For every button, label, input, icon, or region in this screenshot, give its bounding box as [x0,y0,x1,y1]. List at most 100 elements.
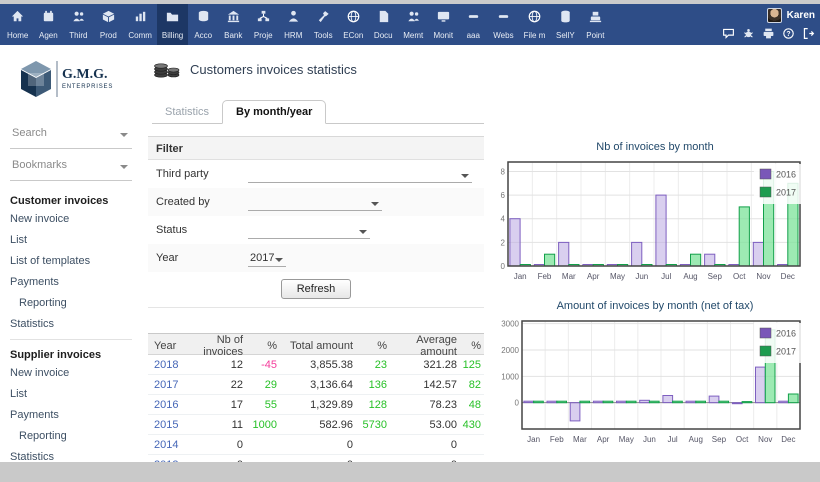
user-menu[interactable]: Karen [767,8,815,23]
menu-item-label: Bank [224,31,242,40]
status-label: Status [156,224,248,236]
year-link[interactable]: 2014 [150,439,184,451]
menu-item-label: Prod [100,31,117,40]
svg-text:Aug: Aug [683,272,697,281]
chart-title: Nb of invoices by month [490,141,820,153]
search-label: Search [12,127,47,139]
help-icon[interactable]: ? [782,27,795,45]
year-link[interactable]: 2015 [150,419,184,431]
menu-item-acco[interactable]: Acco [188,4,218,45]
svg-text:Jan: Jan [514,272,527,281]
menu-item-aaa[interactable]: aaa [458,4,488,45]
tab-by-month-year[interactable]: By month/year [222,100,326,124]
svg-text:Jul: Jul [661,272,671,281]
topbar: Home AgenThird Prod Comm Billing Acco Bank Proj… [0,4,820,45]
total-amount-value: 3,855.38 [280,359,356,371]
refresh-button[interactable]: Refresh [281,279,352,299]
company-logo[interactable]: G.M.G. ENTERPRISES [10,57,132,107]
svg-text:Jun: Jun [643,435,656,444]
filter-row-year: Year 2017 [148,244,484,272]
menu-item-label: Memt [403,31,423,40]
chevron-down-icon [359,230,367,234]
filter-header: Filter [148,136,484,160]
sidebar-item-reporting[interactable]: Reporting [19,297,132,309]
nav-section-customer-invoices: Customer invoices New invoice List List of … [10,195,132,330]
sidebar-item-list[interactable]: List [10,388,132,400]
sidebar-item-payments[interactable]: Payments [10,276,132,288]
chevron-down-icon [120,133,128,137]
user-avatar[interactable] [767,8,782,23]
menu-item-file-m[interactable]: File m [519,4,551,45]
table-row: 201812-453,855.3823321.28125 [148,355,484,375]
table-row: 2014000 [148,435,484,455]
created-by-select[interactable] [248,194,382,211]
sidebar-item-list-of-templates[interactable]: List of templates [10,255,132,267]
menu-item-monit[interactable]: Monit [428,4,458,45]
year-link[interactable]: 2018 [150,359,184,371]
svg-text:Nov: Nov [758,435,772,444]
menu-item-label: Acco [194,31,212,40]
menu-item-label: Home [7,31,28,40]
main-column: Customers invoices statistics Statistics… [142,45,490,462]
nav-section-title[interactable]: Supplier invoices [10,349,132,361]
menu-item-econ[interactable]: ECon [338,4,368,45]
menu-item-memt[interactable]: Memt [398,4,428,45]
menu-item-billing[interactable]: Billing [157,4,188,45]
menu-item-label: ECon [343,31,363,40]
menu-item-home[interactable]: Home [2,4,33,45]
sidebar-item-new-invoice[interactable]: New invoice [10,213,132,225]
print-icon[interactable] [762,27,775,45]
user-name[interactable]: Karen [787,10,815,21]
sidebar-item-payments[interactable]: Payments [10,409,132,421]
created-by-label: Created by [156,196,248,208]
third-party-select[interactable] [248,166,472,183]
company-logo-image: G.M.G. ENTERPRISES [19,57,123,107]
menu-item-selly[interactable]: SellY [550,4,580,45]
menu-item-proje[interactable]: Proje [248,4,278,45]
sidebar-item-new-invoice[interactable]: New invoice [10,367,132,379]
bug-icon[interactable] [742,27,755,45]
year-select[interactable]: 2017 [248,250,286,267]
sidebar-item-statistics[interactable]: Statistics [10,318,132,330]
status-select[interactable] [248,222,370,239]
menu-item-point[interactable]: Point [580,4,610,45]
pct-value: 125 [460,359,484,371]
sidebar-item-reporting[interactable]: Reporting [19,430,132,442]
menu-item-hrm[interactable]: HRM [278,4,308,45]
menu-item-label: File m [524,31,546,40]
menu-item-third[interactable]: Third [63,4,93,45]
year-link[interactable]: 2016 [150,399,184,411]
bookmarks-dropdown[interactable]: Bookmarks [10,149,132,181]
window-top-edge [0,0,820,4]
menu-item-webs[interactable]: Webs [488,4,518,45]
bookmarks-label: Bookmarks [12,159,67,171]
menu-item-docu[interactable]: Docu [368,4,398,45]
menu-item-label: Comm [128,31,152,40]
menu-item-comm[interactable]: Comm [123,4,157,45]
menu-item-label: Monit [433,31,453,40]
average-amount-value: 53.00 [390,419,460,431]
pct-value: 5730 [356,419,390,431]
year-link[interactable]: 2017 [150,379,184,391]
yearly-stats-table: YearNb of invoices%Total amount%Average … [148,333,484,462]
pct-value: 23 [356,359,390,371]
tab-statistics[interactable]: Statistics [152,101,222,123]
menu-item-bank[interactable]: Bank [218,4,248,45]
menu-item-tools[interactable]: Tools [308,4,338,45]
pct-value: 48 [460,399,484,411]
menu-item-agen[interactable]: Agen [33,4,63,45]
people-icon [406,9,421,29]
sidebar-item-statistics[interactable]: Statistics [10,451,132,462]
nav-section-title[interactable]: Customer invoices [10,195,132,207]
sidebar-item-list[interactable]: List [10,234,132,246]
chat-icon[interactable] [722,27,735,45]
column-header: % [460,340,484,352]
chevron-down-icon [461,174,469,178]
menu-item-label: Point [586,31,604,40]
home-icon [10,9,25,29]
search-dropdown[interactable]: Search [10,117,132,149]
chevron-down-icon [371,202,379,206]
menu-item-prod[interactable]: Prod [93,4,123,45]
pct-value: 128 [356,399,390,411]
logout-icon[interactable] [802,27,815,45]
